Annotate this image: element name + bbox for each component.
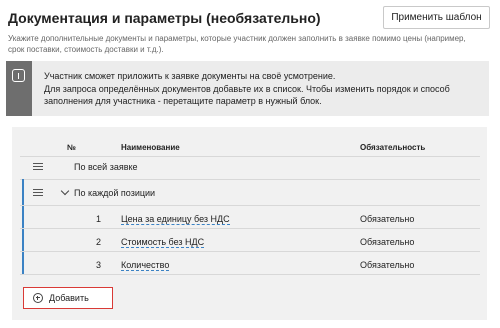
notice-line: Для запроса определённых документов доба…: [44, 83, 450, 94]
drag-handle-icon[interactable]: [33, 189, 43, 196]
plus-circle-icon: [33, 293, 43, 303]
divider: [20, 205, 480, 206]
info-icon: [12, 69, 25, 82]
add-button[interactable]: Добавить: [23, 287, 113, 309]
item-required-status: Обязательно: [360, 260, 415, 270]
column-header-required: Обязательность: [360, 143, 426, 152]
item-number: 2: [95, 237, 101, 247]
page-subtitle: Укажите дополнительные документы и парам…: [8, 34, 466, 54]
divider: [20, 251, 480, 252]
divider: [20, 274, 480, 275]
chevron-down-icon[interactable]: [60, 186, 70, 196]
item-name-link[interactable]: Количество: [121, 260, 170, 271]
notice-strip: [6, 61, 32, 116]
drag-handle-icon[interactable]: [33, 163, 43, 170]
notice-line: заполнения для участника - перетащите па…: [44, 96, 322, 106]
item-required-status: Обязательно: [360, 237, 415, 247]
item-name-link[interactable]: Цена за единицу без НДС: [121, 214, 230, 225]
column-header-num: №: [67, 143, 76, 152]
add-button-label: Добавить: [49, 293, 89, 303]
group-highlight-bar: [22, 179, 24, 274]
divider: [20, 156, 480, 157]
divider: [20, 228, 480, 229]
divider: [20, 179, 480, 180]
item-name-link[interactable]: Стоимость без НДС: [121, 237, 205, 248]
page-title: Документация и параметры (необязательно): [8, 10, 321, 26]
item-number: 1: [95, 214, 101, 224]
notice-line: Участник сможет приложить к заявке докум…: [44, 71, 336, 81]
group-whole-application[interactable]: По всей заявке: [74, 162, 138, 172]
apply-template-button[interactable]: Применить шаблон: [383, 6, 490, 29]
group-each-position[interactable]: По каждой позиции: [74, 188, 155, 198]
column-header-name: Наименование: [121, 143, 180, 152]
item-number: 3: [95, 260, 101, 270]
info-notice: Участник сможет приложить к заявке докум…: [6, 61, 489, 116]
item-required-status: Обязательно: [360, 214, 415, 224]
notice-text: Участник сможет приложить к заявке докум…: [44, 70, 484, 108]
parameters-panel: № Наименование Обязательность По всей за…: [12, 127, 487, 320]
